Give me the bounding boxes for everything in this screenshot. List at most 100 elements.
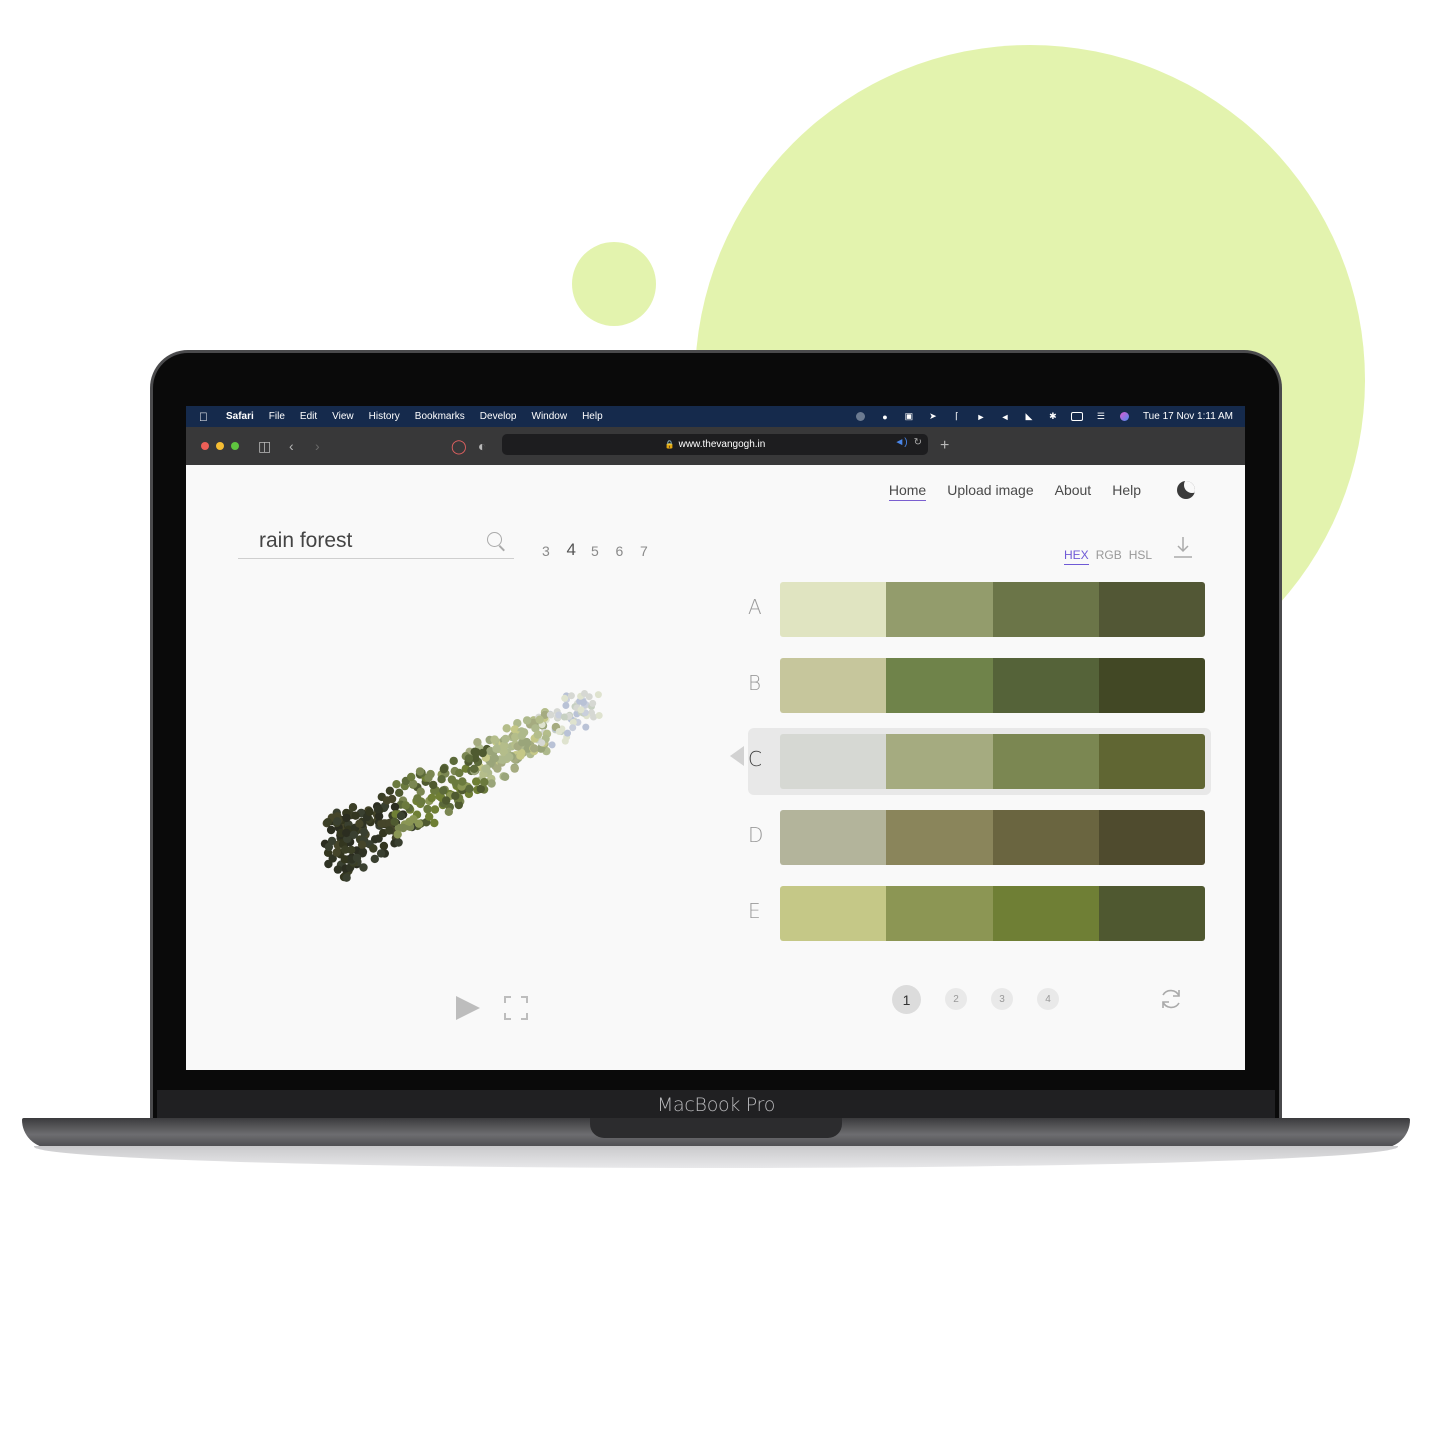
scatter-point [359, 827, 369, 837]
scatter-point [516, 751, 525, 760]
scatter-point [407, 772, 416, 782]
count-option-3[interactable]: 3 [542, 543, 567, 560]
rocket-icon[interactable]: ➤ [927, 411, 939, 422]
apple-icon[interactable]:  [199, 410, 212, 424]
scatter-point [390, 802, 400, 812]
paperclip-icon[interactable]: ⌈ [951, 411, 963, 422]
nav-help[interactable]: Help [1112, 482, 1141, 501]
format-hsl[interactable]: HSL [1129, 548, 1152, 565]
pagination: 1 2 3 4 [892, 985, 1059, 1014]
scatter-point [423, 804, 432, 814]
scatter-point [480, 777, 489, 787]
scatter-point [473, 738, 482, 747]
play-circle-icon[interactable]: ► [975, 412, 987, 422]
palette-a[interactable] [780, 582, 1205, 637]
address-bar[interactable]: 🔒 www.thevangogh.in ◄) ↻ [502, 434, 928, 455]
menu-view[interactable]: View [332, 411, 354, 422]
swatch[interactable] [780, 658, 887, 713]
page-button-1[interactable]: 1 [892, 985, 921, 1014]
scatter-point [395, 788, 404, 797]
shield-icon[interactable]: ◯ [451, 437, 467, 455]
palette-c[interactable] [780, 734, 1205, 789]
swatch[interactable] [780, 886, 887, 941]
control-center-icon[interactable]: ☰ [1095, 411, 1107, 422]
download-icon[interactable] [1172, 535, 1194, 561]
menu-bookmarks[interactable]: Bookmarks [415, 411, 465, 422]
dark-mode-moon-icon[interactable] [1177, 481, 1195, 499]
swatch[interactable] [992, 582, 1099, 637]
swatch[interactable] [780, 582, 887, 637]
menu-edit[interactable]: Edit [300, 411, 317, 422]
record-icon[interactable] [855, 412, 867, 422]
palette-b[interactable] [780, 658, 1205, 713]
reload-icon[interactable]: ↻ [914, 437, 922, 448]
swatch[interactable] [1098, 658, 1205, 713]
volume-icon[interactable]: ◄ [999, 412, 1011, 422]
chip-icon[interactable]: ▣ [903, 411, 915, 422]
palette-e[interactable] [780, 886, 1205, 941]
swatch[interactable] [886, 734, 993, 789]
search-icon[interactable] [487, 532, 502, 547]
wifi-icon[interactable]: ◣ [1023, 411, 1035, 422]
laptop-notch [590, 1118, 842, 1138]
swatch[interactable] [992, 810, 1099, 865]
format-hex[interactable]: HEX [1064, 548, 1089, 565]
format-rgb[interactable]: RGB [1096, 548, 1122, 565]
browser-toolbar: ◫ ‹ › ◯ ◐ 🔒 www.thevangogh.in ◄) ↻ + [186, 427, 1245, 465]
hat-icon[interactable]: ● [879, 412, 891, 422]
swatch[interactable] [886, 658, 993, 713]
swatch[interactable] [780, 734, 887, 789]
count-option-5[interactable]: 5 [591, 543, 616, 560]
page-button-2[interactable]: 2 [945, 988, 967, 1010]
count-option-7[interactable]: 7 [640, 543, 665, 560]
bluetooth-icon[interactable]: ✱ [1047, 411, 1059, 422]
palette-d[interactable] [780, 810, 1205, 865]
back-icon[interactable]: ‹ [289, 437, 294, 455]
swatch[interactable] [780, 810, 887, 865]
fullscreen-icon[interactable] [504, 996, 528, 1020]
nav-upload-image[interactable]: Upload image [947, 482, 1033, 501]
minimize-window-button[interactable] [216, 442, 224, 450]
count-option-4[interactable]: 4 [567, 540, 592, 560]
play-icon[interactable] [456, 996, 480, 1020]
siri-icon[interactable] [1119, 412, 1131, 422]
scatter-point [465, 784, 474, 793]
scatter-point [567, 692, 575, 700]
swatch[interactable] [1098, 734, 1205, 789]
menu-history[interactable]: History [369, 411, 400, 422]
page-button-3[interactable]: 3 [991, 988, 1013, 1010]
swatch[interactable] [886, 810, 993, 865]
swatch[interactable] [1098, 810, 1205, 865]
scatter-point [555, 728, 563, 735]
page-button-4[interactable]: 4 [1037, 988, 1059, 1010]
nav-about[interactable]: About [1055, 482, 1092, 501]
new-tab-icon[interactable]: + [940, 437, 949, 455]
color-scatter-plot[interactable] [316, 645, 636, 885]
sidebar-toggle-icon[interactable]: ◫ [258, 437, 271, 455]
swatch[interactable] [886, 886, 993, 941]
menu-safari[interactable]: Safari [226, 411, 254, 422]
menu-file[interactable]: File [269, 411, 285, 422]
close-window-button[interactable] [201, 442, 209, 450]
swatch[interactable] [992, 658, 1099, 713]
menu-develop[interactable]: Develop [480, 411, 517, 422]
menubar-clock[interactable]: Tue 17 Nov 1:11 AM [1143, 411, 1233, 422]
zoom-window-button[interactable] [231, 442, 239, 450]
search-input[interactable] [259, 529, 479, 553]
swatch[interactable] [1098, 582, 1205, 637]
speaker-icon[interactable]: ◄) [894, 437, 907, 448]
swatch[interactable] [992, 734, 1099, 789]
privacy-icon[interactable]: ◐ [478, 437, 486, 455]
menu-help[interactable]: Help [582, 411, 603, 422]
forward-icon[interactable]: › [315, 437, 320, 455]
palette-label-b: B [748, 671, 762, 695]
count-option-6[interactable]: 6 [616, 543, 641, 560]
battery-icon[interactable] [1070, 412, 1083, 422]
menu-window[interactable]: Window [532, 411, 568, 422]
nav-home[interactable]: Home [888, 482, 927, 501]
refresh-icon[interactable] [1159, 987, 1183, 1011]
swatch[interactable] [1098, 886, 1205, 941]
swatch[interactable] [992, 886, 1099, 941]
scatter-point [582, 723, 590, 731]
swatch[interactable] [886, 582, 993, 637]
